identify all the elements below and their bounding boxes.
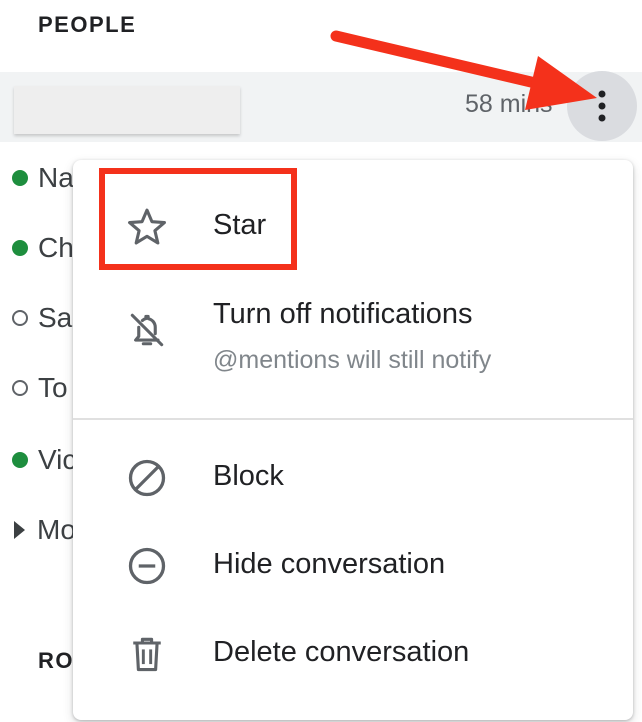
minus-circle-icon (128, 547, 166, 585)
online-status-icon (12, 240, 28, 256)
people-heading: PEOPLE (38, 12, 137, 37)
person-name: Ch (38, 232, 74, 263)
online-status-icon (12, 452, 28, 468)
more-people-toggle[interactable]: Mo (12, 510, 76, 550)
person-item[interactable]: Vic (12, 440, 76, 480)
person-item[interactable]: Ch (12, 228, 74, 268)
person-name: Na (38, 162, 74, 193)
trash-icon (133, 637, 161, 672)
person-name: Sa (38, 302, 73, 333)
menu-item-label: Turn off notifications (213, 298, 473, 330)
expand-caret-icon (14, 521, 25, 539)
more-people-label: Mo (37, 514, 76, 545)
menu-item-label: Block (213, 460, 284, 492)
highlight-box (99, 168, 297, 270)
person-name: To (38, 372, 68, 403)
menu-item-turn-off-notifications[interactable]: Turn off notifications @mentions will st… (73, 280, 633, 400)
redacted-conversation-name (14, 86, 240, 134)
menu-item-hide-conversation[interactable]: Hide conversation (73, 522, 633, 610)
menu-item-label: Delete conversation (213, 636, 470, 668)
menu-item-sublabel: @mentions will still notify (213, 346, 492, 374)
online-status-icon (12, 170, 28, 186)
block-icon (128, 459, 166, 497)
conversation-time: 58 mins (465, 90, 553, 118)
menu-divider (73, 418, 633, 420)
person-item[interactable]: Sa (12, 298, 72, 338)
more-options-button[interactable] (567, 71, 637, 141)
bell-off-icon (130, 313, 164, 347)
menu-item-block[interactable]: Block (73, 434, 633, 522)
person-name: Vic (38, 444, 77, 475)
rooms-heading: RO (38, 648, 74, 673)
person-item[interactable]: Na (12, 158, 74, 198)
menu-item-label: Hide conversation (213, 548, 446, 580)
person-item[interactable]: To (12, 368, 68, 408)
menu-item-delete-conversation[interactable]: Delete conversation (73, 610, 633, 698)
offline-status-icon (12, 380, 28, 396)
offline-status-icon (12, 310, 28, 326)
more-vert-icon (598, 90, 606, 122)
